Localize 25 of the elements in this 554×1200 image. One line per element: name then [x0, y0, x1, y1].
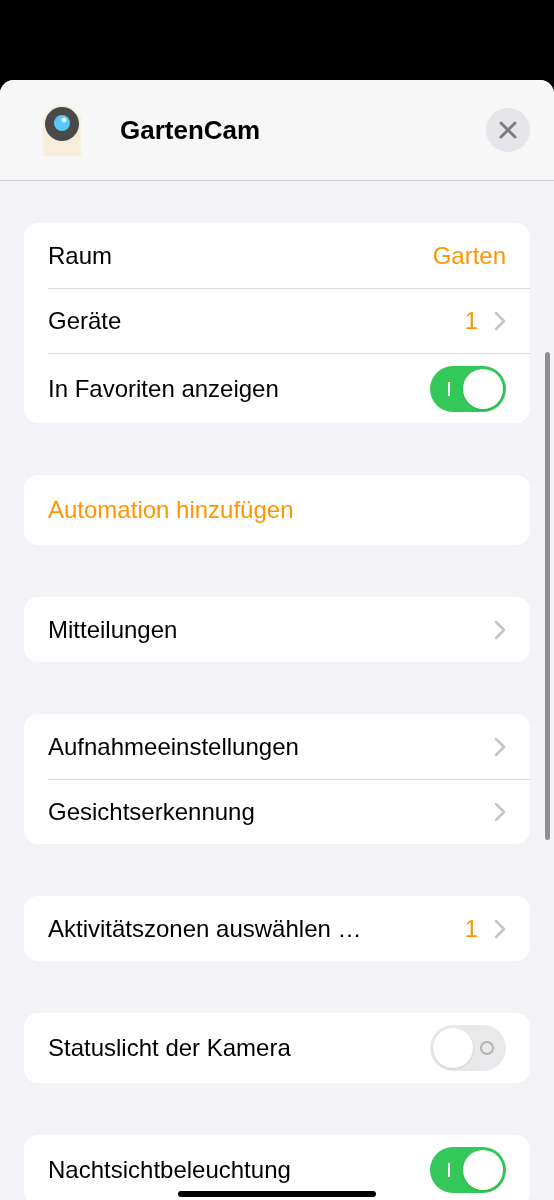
chevron-icon	[494, 918, 506, 939]
toggle-switch[interactable]	[430, 365, 506, 412]
camera-icon	[42, 102, 82, 158]
row-label: In Favoriten anzeigen	[48, 373, 279, 404]
row-value: Garten	[432, 240, 506, 271]
row-value: 1	[464, 306, 478, 336]
row-label: Raum	[48, 240, 113, 271]
row-label: Aktivitätszonen auswählen …	[48, 913, 362, 944]
toggle-switch[interactable]	[430, 1147, 506, 1193]
toggle-switch[interactable]	[430, 1025, 506, 1071]
close-icon	[499, 121, 517, 139]
row-label: Aufnahmeeinstellungen	[48, 731, 299, 762]
chevron-icon	[494, 311, 506, 331]
chevron-icon	[494, 802, 506, 822]
chevron-icon	[494, 736, 506, 757]
row-value: 1	[464, 913, 478, 944]
row-label: Mitteilungen	[48, 614, 178, 645]
row-label: Gesichtserkennung	[48, 797, 255, 827]
chevron-icon	[494, 619, 506, 640]
close-button[interactable]	[486, 108, 530, 152]
row-label: Nachtsichtbeleuchtung	[48, 1155, 291, 1185]
row-label: Geräte	[48, 306, 122, 336]
row-label: Statuslicht der Kamera	[48, 1033, 291, 1063]
add-automation-link[interactable]: Automation hinzufügen	[48, 492, 294, 528]
sheet-title: GartenCam	[120, 113, 261, 147]
